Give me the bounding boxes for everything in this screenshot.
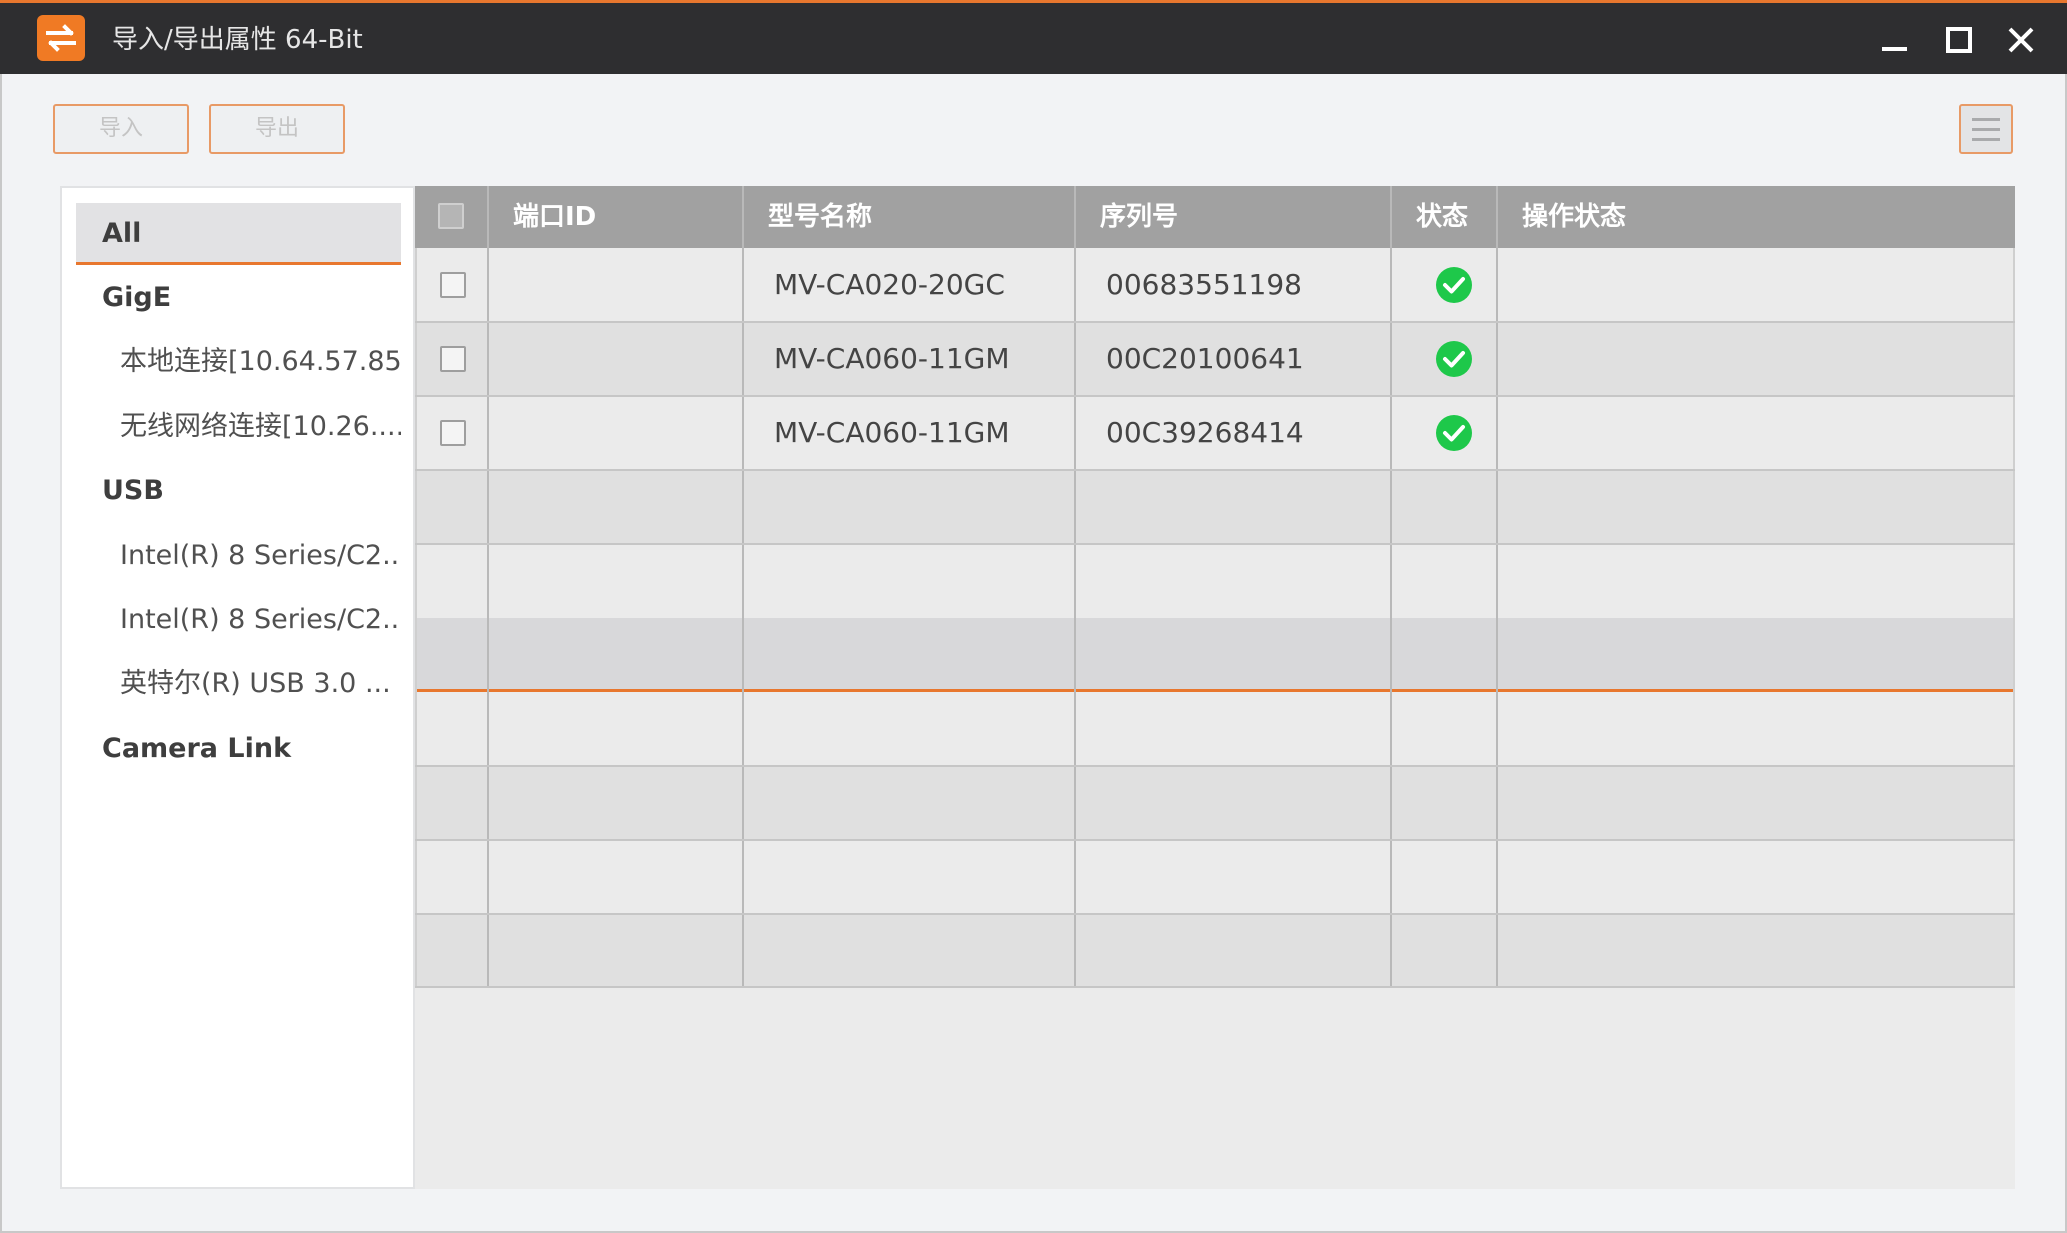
- sidebar-item-gige[interactable]: GigE: [76, 267, 401, 329]
- table-row: [415, 692, 2015, 766]
- model-cell: MV-CA060-11GM: [774, 416, 1010, 449]
- sidebar-item-wireless-connection[interactable]: 无线网络连接[10.26....: [76, 396, 401, 458]
- sidebar-item-usb-controller-2[interactable]: Intel(R) 8 Series/C2...: [76, 589, 401, 651]
- status-ok-icon: [1436, 267, 1472, 303]
- column-header-port-id[interactable]: 端口ID: [513, 186, 596, 248]
- table-row: [415, 914, 2015, 988]
- device-table: 端口ID 型号名称 序列号 状态 操作状态 MV-CA020-20GC 0068…: [415, 186, 2015, 1189]
- row-checkbox[interactable]: [440, 346, 466, 372]
- column-divider: [1496, 186, 1498, 988]
- row-divider: [415, 765, 2015, 767]
- export-button[interactable]: 导出: [209, 104, 345, 154]
- row-divider: [415, 839, 2015, 841]
- model-cell: MV-CA060-11GM: [774, 342, 1010, 375]
- table-header: 端口ID 型号名称 序列号 状态 操作状态: [415, 186, 2015, 248]
- minimize-button[interactable]: [1878, 23, 1912, 57]
- column-divider: [1390, 186, 1392, 988]
- hamburger-menu-icon[interactable]: [1959, 104, 2013, 154]
- row-divider: [415, 543, 2015, 545]
- column-divider: [2013, 248, 2015, 988]
- table-row: [415, 766, 2015, 840]
- column-header-status[interactable]: 状态: [1416, 186, 1468, 248]
- row-divider: [415, 913, 2015, 915]
- column-header-model[interactable]: 型号名称: [768, 186, 872, 248]
- row-divider: [415, 986, 2015, 988]
- sidebar-item-usb[interactable]: USB: [76, 460, 401, 522]
- column-divider: [1074, 186, 1076, 988]
- column-divider: [415, 248, 417, 988]
- serial-cell: 00683551198: [1106, 268, 1302, 301]
- sidebar-item-camera-link[interactable]: Camera Link: [76, 718, 401, 780]
- serial-cell: 00C39268414: [1106, 416, 1304, 449]
- table-row: [415, 544, 2015, 618]
- row-checkbox[interactable]: [440, 272, 466, 298]
- sidebar-item-usb-controller-1[interactable]: Intel(R) 8 Series/C2...: [76, 525, 401, 587]
- row-checkbox[interactable]: [440, 420, 466, 446]
- status-ok-icon: [1436, 415, 1472, 451]
- sidebar-item-local-connection[interactable]: 本地连接[10.64.57.85]: [76, 331, 401, 393]
- select-all-checkbox[interactable]: [438, 203, 464, 229]
- table-row: [415, 470, 2015, 544]
- interface-tree: All GigE 本地连接[10.64.57.85] 无线网络连接[10.26.…: [60, 186, 415, 1189]
- table-row: [415, 840, 2015, 914]
- maximize-button[interactable]: [1942, 23, 1976, 57]
- column-divider: [487, 186, 489, 988]
- column-header-serial[interactable]: 序列号: [1100, 186, 1178, 248]
- column-header-operation-status[interactable]: 操作状态: [1522, 186, 1626, 248]
- sidebar-item-all[interactable]: All: [76, 203, 401, 265]
- serial-cell: 00C20100641: [1106, 342, 1304, 375]
- status-ok-icon: [1436, 341, 1472, 377]
- sidebar-item-usb3-controller[interactable]: 英特尔(R) USB 3.0 ...: [76, 653, 401, 715]
- window-title: 导入/导出属性 64-Bit: [112, 25, 363, 55]
- column-divider: [742, 186, 744, 988]
- model-cell: MV-CA020-20GC: [774, 268, 1005, 301]
- import-button[interactable]: 导入: [53, 104, 189, 154]
- title-bar: 导入/导出属性 64-Bit: [0, 0, 2067, 74]
- table-row: [415, 618, 2015, 692]
- close-button[interactable]: [2004, 23, 2038, 57]
- swap-arrows-icon: [37, 15, 85, 61]
